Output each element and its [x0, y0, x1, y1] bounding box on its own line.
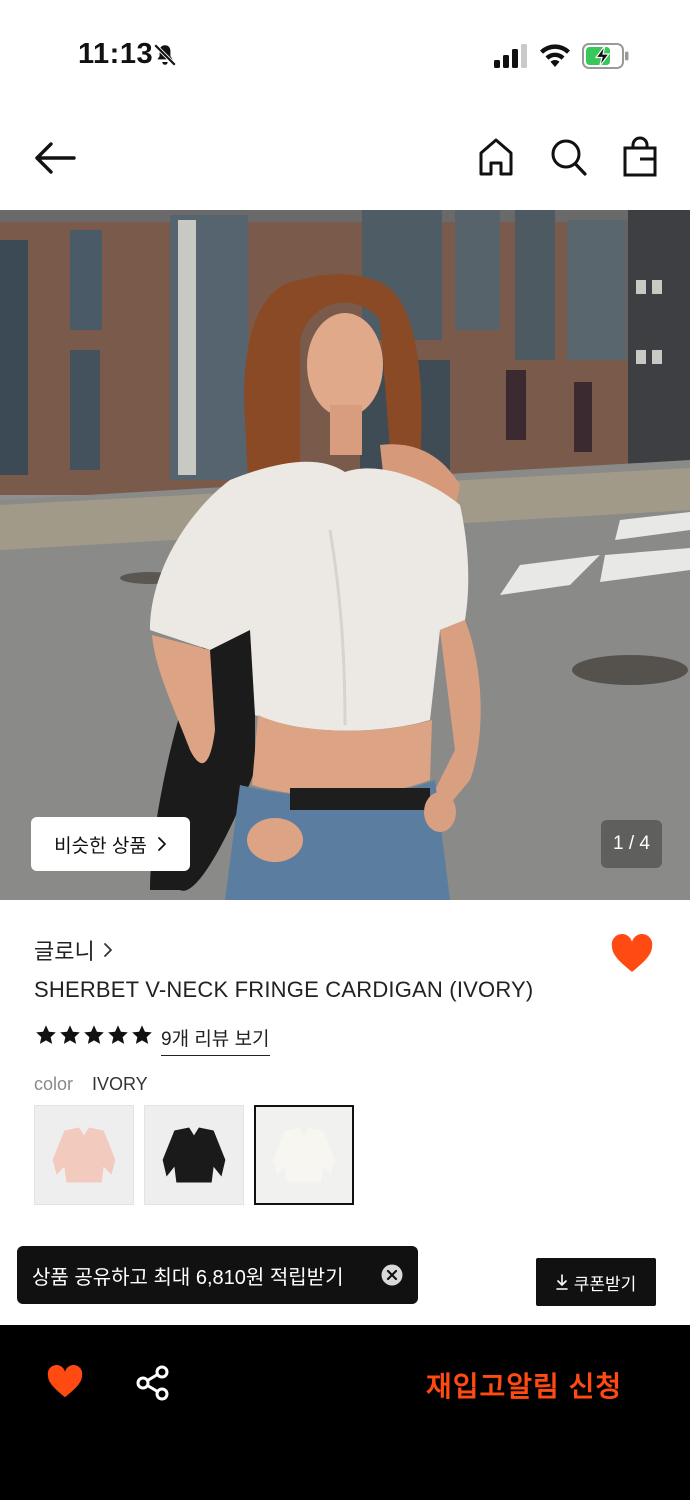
toast-message: 상품 공유하고 최대 6,810원 적립받기	[32, 1266, 344, 1289]
color-label: color	[34, 1074, 74, 1094]
wishlist-heart-icon[interactable]	[46, 1365, 84, 1399]
back-arrow-icon[interactable]	[30, 138, 78, 178]
share-icon[interactable]	[136, 1365, 170, 1401]
wifi-icon	[540, 44, 570, 67]
brand-name: 글로니	[34, 939, 95, 964]
product-name: SHERBET V-NECK FRINGE CARDIGAN (IVORY)	[34, 977, 534, 1002]
product-image-carousel[interactable]: 비슷한 상품 1 / 4	[0, 210, 690, 900]
ivory-cardigan-thumbnail	[256, 1107, 352, 1203]
download-icon	[555, 1274, 568, 1290]
star-icon	[84, 1025, 104, 1044]
star-icon	[60, 1025, 80, 1044]
rating-stars	[35, 1024, 153, 1046]
image-page-indicator: 1 / 4	[601, 820, 662, 868]
star-icon	[108, 1025, 128, 1044]
search-icon[interactable]	[548, 136, 588, 178]
coupon-button[interactable]: 쿠폰받기	[536, 1258, 656, 1306]
wishlist-heart-icon[interactable]	[610, 934, 654, 974]
color-value: IVORY	[92, 1074, 148, 1094]
status-time: 11:13	[78, 38, 154, 70]
share-reward-toast: 상품 공유하고 최대 6,810원 적립받기	[17, 1246, 418, 1304]
brand-link[interactable]: 글로니	[34, 934, 113, 966]
bottom-action-bar: 재입고알림 신청	[0, 1325, 690, 1500]
coupon-button-label: 쿠폰받기	[573, 1274, 637, 1294]
review-link[interactable]: 9개 리뷰 보기	[161, 1024, 270, 1056]
bell-slash-icon	[153, 43, 177, 67]
nav-bar	[0, 110, 690, 210]
battery-charging-icon	[582, 43, 629, 69]
product-photo	[0, 210, 690, 900]
color-swatch-pink[interactable]	[34, 1105, 134, 1205]
chevron-right-icon	[103, 943, 112, 957]
pink-cardigan-thumbnail	[35, 1106, 133, 1204]
color-swatch-black[interactable]	[144, 1105, 244, 1205]
restock-alert-button[interactable]: 재입고알림 신청	[426, 1365, 622, 1405]
home-icon[interactable]	[476, 136, 516, 178]
similar-products-label: 비슷한 상품	[54, 835, 147, 857]
color-swatch-ivory[interactable]	[254, 1105, 354, 1205]
star-icon	[36, 1025, 56, 1044]
star-icon	[132, 1025, 152, 1044]
signal-icon	[494, 44, 527, 68]
similar-products-button[interactable]: 비슷한 상품	[31, 817, 190, 871]
chevron-right-icon	[157, 837, 166, 851]
black-cardigan-thumbnail	[145, 1106, 243, 1204]
shopping-bag-icon[interactable]	[620, 136, 660, 178]
status-bar: 11:13	[0, 0, 690, 110]
close-circle-icon[interactable]	[381, 1264, 403, 1286]
